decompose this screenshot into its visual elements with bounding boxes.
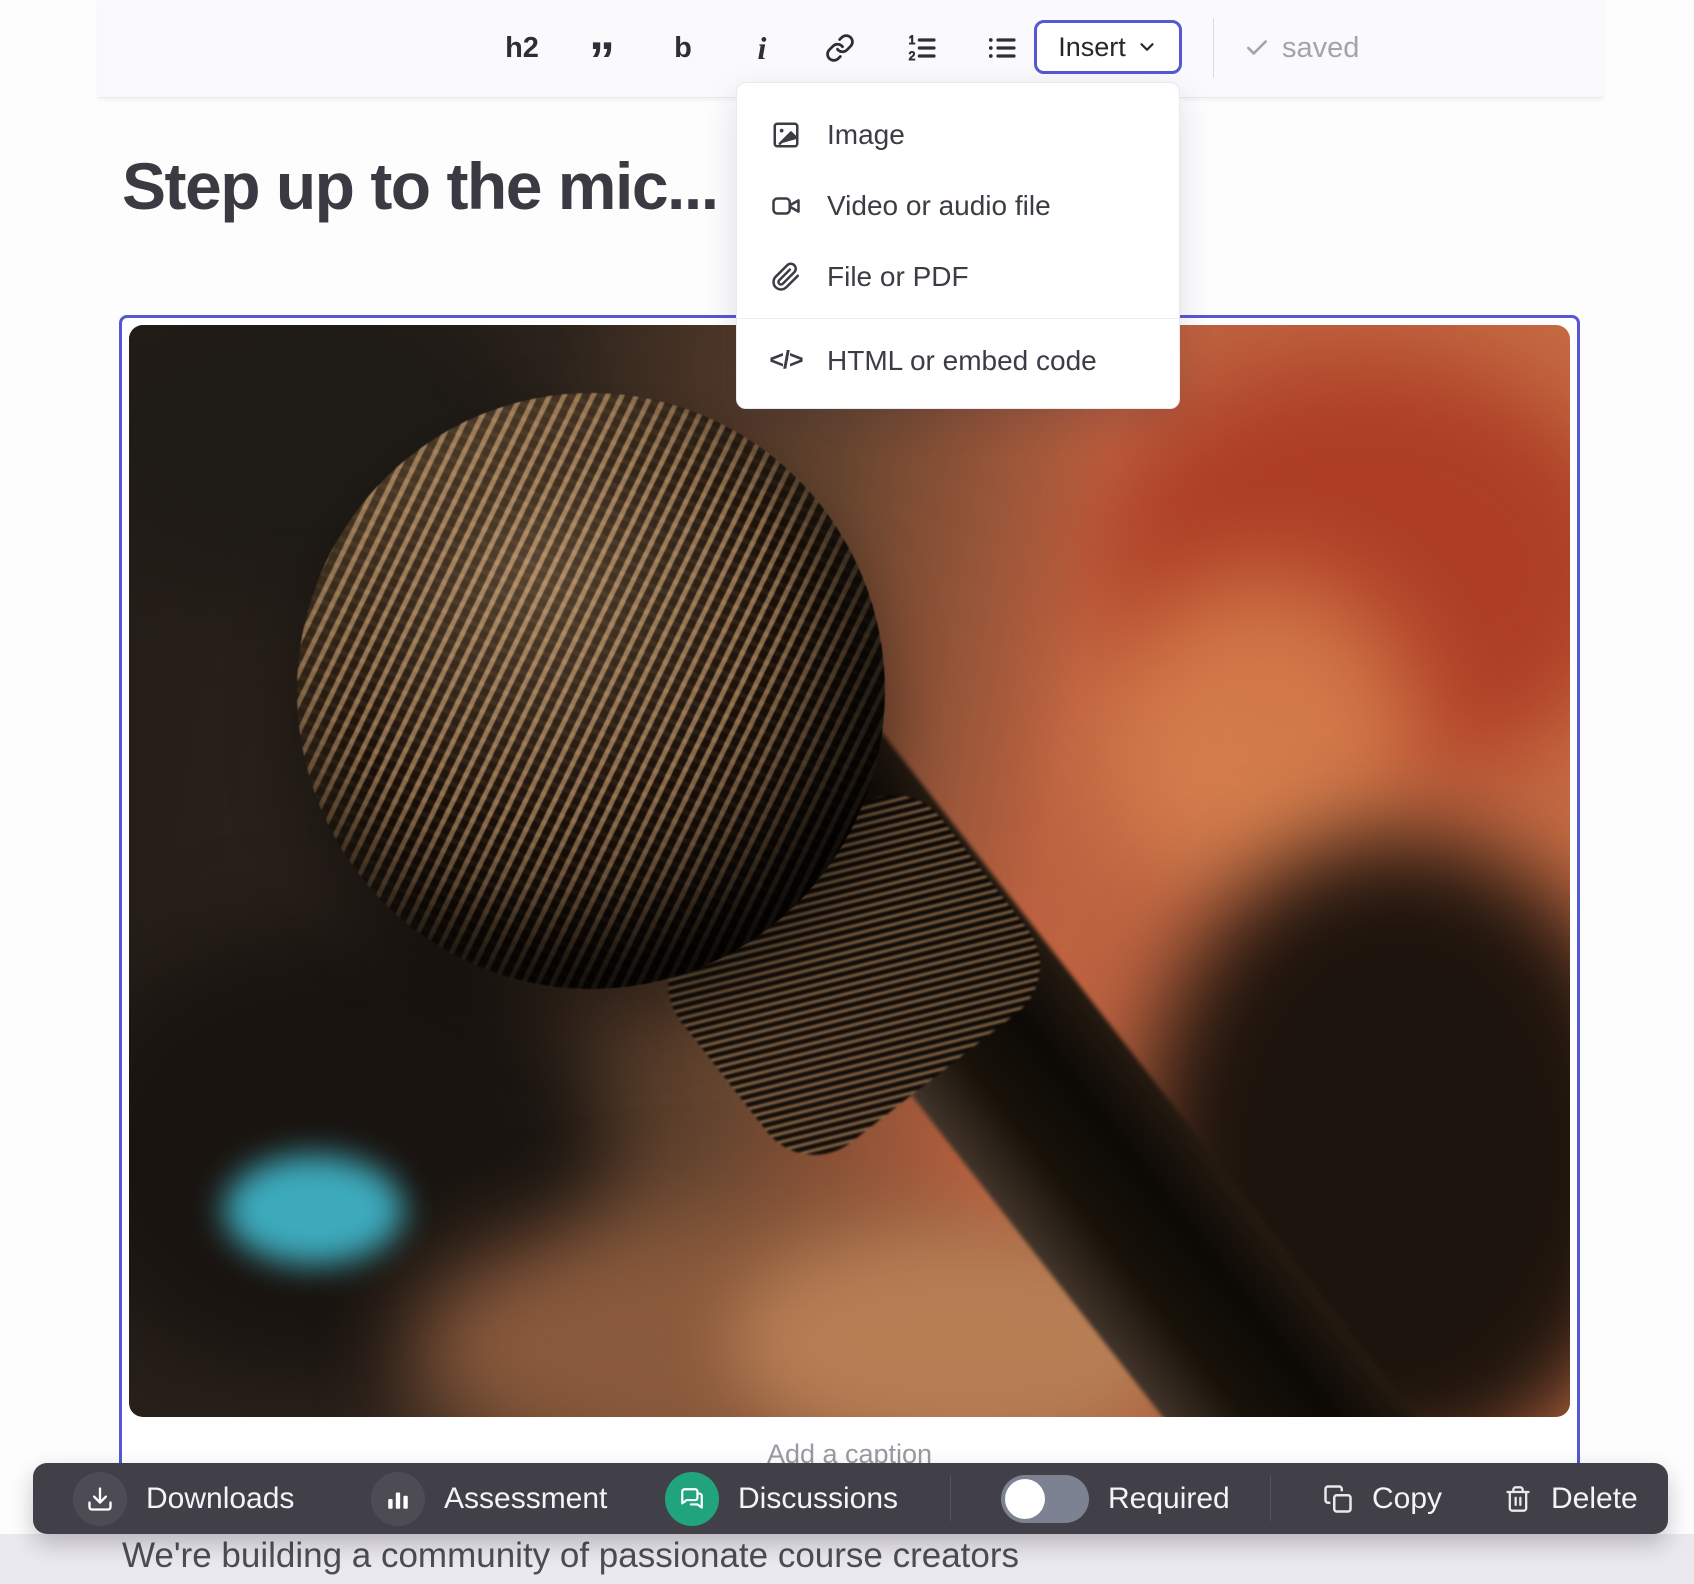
image-block[interactable]: Add a caption — [119, 315, 1580, 1565]
saved-label: saved — [1282, 32, 1359, 65]
svg-text:1: 1 — [909, 33, 916, 47]
insert-dropdown-button[interactable]: Insert — [1034, 20, 1182, 74]
paperclip-icon — [769, 262, 803, 292]
copy-button[interactable]: Copy — [1323, 1463, 1442, 1534]
link-button[interactable] — [814, 22, 866, 74]
toggle-knob — [1005, 1479, 1045, 1519]
menu-item-label: Video or audio file — [827, 190, 1051, 222]
discussions-icon — [665, 1472, 719, 1526]
bold-button[interactable]: b — [657, 22, 709, 74]
menu-item-image[interactable]: Image — [737, 99, 1179, 170]
required-label: Required — [1108, 1482, 1230, 1516]
downloads-button[interactable]: Downloads — [73, 1463, 294, 1534]
discussions-button[interactable]: Discussions — [665, 1463, 898, 1534]
copy-label: Copy — [1372, 1482, 1442, 1516]
menu-divider — [737, 318, 1179, 319]
svg-text:2: 2 — [909, 49, 916, 63]
footer-divider — [950, 1476, 951, 1521]
bullet-list-button[interactable] — [976, 22, 1028, 74]
bullet-list-icon — [986, 32, 1018, 64]
video-icon — [769, 191, 803, 221]
lesson-action-bar: Downloads Assessment Discussions Require… — [33, 1463, 1668, 1534]
assessment-label: Assessment — [444, 1482, 607, 1516]
quote-icon: ” — [589, 25, 615, 71]
insert-menu: Image Video or audio file File or PDF </… — [736, 82, 1180, 409]
delete-button[interactable]: Delete — [1504, 1463, 1638, 1534]
lesson-title[interactable]: Step up to the mic... — [122, 148, 718, 224]
required-toggle[interactable] — [1001, 1475, 1089, 1523]
menu-item-label: File or PDF — [827, 261, 969, 293]
footer-divider — [1270, 1476, 1271, 1521]
bold-label: b — [674, 32, 692, 65]
microphone-photo — [129, 325, 1570, 1417]
check-icon — [1244, 35, 1270, 61]
heading2-button[interactable]: h2 — [496, 22, 548, 74]
menu-item-embed[interactable]: </> HTML or embed code — [737, 325, 1179, 396]
ordered-list-icon: 1 2 — [906, 32, 938, 64]
download-icon — [73, 1472, 127, 1526]
save-status: saved — [1244, 22, 1359, 74]
microphone-grille — [297, 393, 885, 989]
ordered-list-button[interactable]: 1 2 — [896, 22, 948, 74]
heading2-label: h2 — [505, 32, 539, 65]
image-icon — [769, 120, 803, 150]
delete-label: Delete — [1551, 1482, 1638, 1516]
italic-label: i — [758, 30, 767, 67]
body-paragraph[interactable]: We're building a community of passionate… — [122, 1536, 1019, 1576]
menu-item-label: HTML or embed code — [827, 345, 1097, 377]
discussions-label: Discussions — [738, 1482, 898, 1516]
menu-item-video[interactable]: Video or audio file — [737, 170, 1179, 241]
insert-label: Insert — [1058, 32, 1126, 63]
trash-icon — [1504, 1485, 1532, 1513]
blockquote-button[interactable]: ” — [576, 22, 628, 74]
required-toggle-group: Required — [1001, 1463, 1230, 1534]
downloads-label: Downloads — [146, 1482, 294, 1516]
italic-button[interactable]: i — [736, 22, 788, 74]
menu-item-file[interactable]: File or PDF — [737, 241, 1179, 312]
photo-blur-shape — [224, 1155, 404, 1265]
assessment-button[interactable]: Assessment — [371, 1463, 607, 1534]
bar-chart-icon — [371, 1472, 425, 1526]
link-icon — [825, 33, 855, 63]
chevron-down-icon — [1136, 36, 1158, 58]
code-icon: </> — [769, 346, 803, 375]
content-below: We're building a community of passionate… — [0, 1534, 1694, 1584]
copy-icon — [1323, 1484, 1353, 1514]
course-editor-page: h2 ” b i 1 2 — [0, 0, 1694, 1584]
toolbar-divider — [1213, 18, 1214, 78]
menu-item-label: Image — [827, 119, 905, 151]
